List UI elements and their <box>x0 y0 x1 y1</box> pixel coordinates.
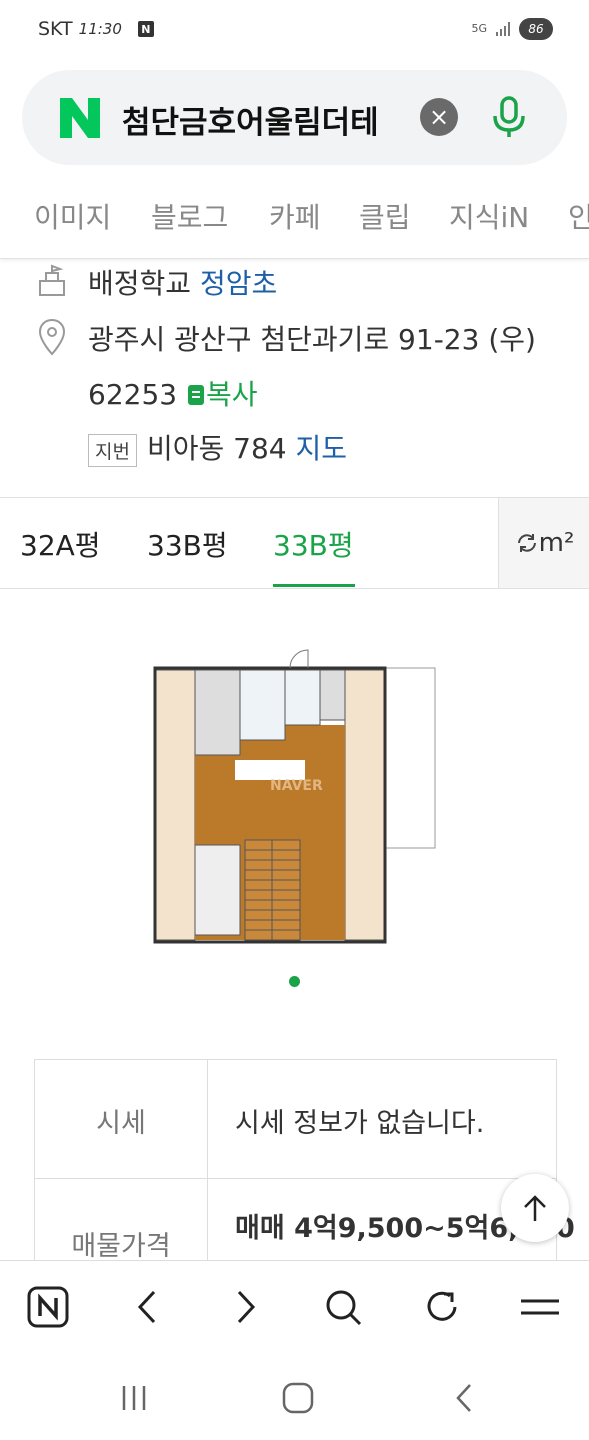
forward-button[interactable] <box>222 1283 270 1331</box>
carrier-label: SKT <box>38 18 73 40</box>
assigned-school-row: 배정학교 정암초 <box>88 262 277 302</box>
pyeong-tabs: 32A평 33B평 33B평 m² <box>0 497 589 589</box>
hamburger-icon <box>521 1299 559 1315</box>
pyeong-tab-33b-active[interactable]: 33B평 <box>273 524 354 564</box>
network-type: 5G <box>471 22 487 35</box>
unit-label: m² <box>538 528 575 558</box>
back-button[interactable] <box>123 1283 171 1331</box>
microphone-icon[interactable] <box>484 92 534 142</box>
unit-toggle-button[interactable]: m² <box>498 498 589 588</box>
carousel-dot[interactable] <box>289 976 300 987</box>
tab-cafe[interactable]: 카페 <box>269 196 321 236</box>
floor-plan-image[interactable]: NAVER <box>130 630 450 950</box>
search-bar[interactable]: 첨단금호어울림더테 × <box>22 70 567 165</box>
table-row-value: 시세 정보가 없습니다. <box>235 1108 485 1139</box>
tab-images[interactable]: 이미지 <box>34 196 111 236</box>
refresh-button[interactable] <box>418 1283 466 1331</box>
signal-icon <box>496 22 510 36</box>
jibeon-row: 지번 비아동 784 지도 <box>88 427 347 467</box>
search-button[interactable] <box>319 1283 367 1331</box>
back-arrow-icon <box>456 1384 471 1412</box>
battery-indicator: 86 <box>519 18 553 40</box>
arrow-up-icon <box>524 1195 546 1221</box>
zipcode: 62253 <box>88 378 178 411</box>
browser-toolbar <box>0 1260 589 1353</box>
pyeong-tab-32a[interactable]: 32A평 <box>20 524 101 564</box>
recents-icon <box>122 1386 146 1410</box>
pyeong-tab-33b[interactable]: 33B평 <box>147 524 228 564</box>
tab-clip[interactable]: 클립 <box>359 196 411 236</box>
refresh-icon <box>517 534 536 552</box>
location-pin-icon <box>38 318 66 356</box>
naver-home-button[interactable] <box>24 1283 72 1331</box>
table-divider <box>35 1178 556 1179</box>
recent-apps-button[interactable] <box>110 1374 158 1422</box>
scroll-to-top-button[interactable] <box>501 1174 569 1242</box>
jibeon-address: 비아동 784 <box>146 432 287 465</box>
status-right: 5G 86 <box>471 18 553 40</box>
school-link[interactable]: 정암초 <box>200 267 277 300</box>
close-icon: × <box>428 103 450 131</box>
copy-label: 복사 <box>205 378 258 411</box>
naver-notification-icon: N <box>137 21 154 37</box>
clear-search-button[interactable]: × <box>420 98 458 136</box>
reload-icon <box>427 1291 457 1321</box>
table-row-label: 매물가격 <box>71 1231 171 1262</box>
search-input[interactable]: 첨단금호어울림더테 <box>122 97 412 142</box>
tab-blog[interactable]: 블로그 <box>151 196 228 236</box>
table-row-label: 시세 <box>96 1108 146 1139</box>
tab-more[interactable]: 인 <box>568 196 589 236</box>
tab-knowledge-in[interactable]: 지식iN <box>449 196 529 236</box>
address-line: 광주시 광산구 첨단과기로 91-23 (우) <box>88 323 536 356</box>
naver-n-icon <box>27 1286 69 1328</box>
system-back-button[interactable] <box>440 1374 488 1422</box>
copy-button[interactable]: 복사 <box>186 378 258 411</box>
chevron-left-icon <box>137 1290 156 1324</box>
jibeon-badge: 지번 <box>88 433 137 467</box>
home-button[interactable] <box>274 1374 322 1422</box>
school-label: 배정학교 <box>88 267 192 300</box>
menu-button[interactable] <box>516 1283 564 1331</box>
clock: 11:30 <box>78 20 122 38</box>
search-icon <box>326 1290 362 1326</box>
naver-logo-icon[interactable] <box>58 96 102 140</box>
naver-watermark: NAVER <box>270 778 323 794</box>
home-icon <box>282 1382 314 1414</box>
chevron-right-icon <box>237 1290 256 1324</box>
zipcode-row: 62253 복사 <box>88 373 258 413</box>
status-left: SKT 11:30 N <box>38 18 154 40</box>
system-navigation-bar <box>0 1352 589 1440</box>
search-category-tabs: 이미지 블로그 카페 클립 지식iN 인 <box>0 176 589 259</box>
map-link[interactable]: 지도 <box>296 432 348 465</box>
school-icon <box>39 264 65 296</box>
active-tab-indicator <box>273 584 355 587</box>
status-bar: SKT 11:30 N 5G 86 <box>0 0 589 60</box>
copy-icon <box>187 385 204 405</box>
